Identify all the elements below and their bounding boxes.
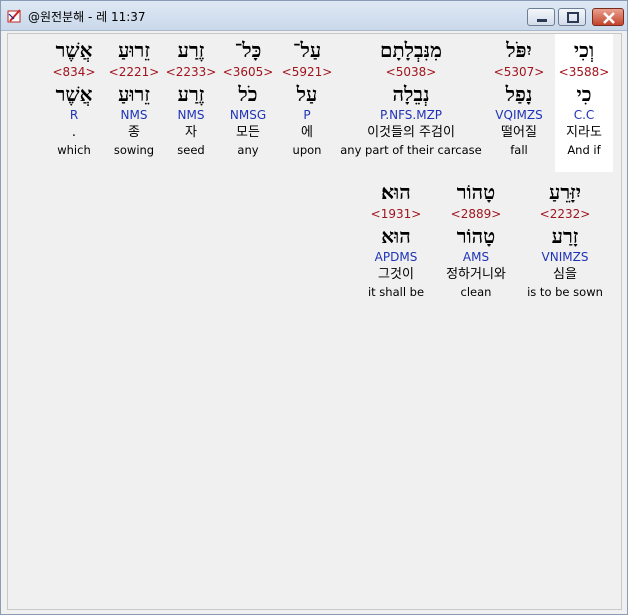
- korean-gloss: 지라도: [566, 125, 602, 140]
- lemma: זָרַע: [551, 224, 579, 248]
- lemma: הוּא: [381, 224, 411, 248]
- english-gloss: clean: [460, 285, 492, 299]
- strong-number[interactable]: <5038>: [338, 62, 484, 82]
- hebrew-word: אֲשֶׁר: [55, 38, 93, 62]
- close-button[interactable]: [592, 8, 624, 26]
- app-window: @원전분해 - 레 11:37 וְכִי <3588> כִי C.C 지라도…: [0, 0, 628, 615]
- hebrew-word: זֶרַע: [177, 38, 205, 62]
- english-gloss: upon: [292, 143, 322, 157]
- english-gloss: sowing: [113, 143, 155, 157]
- lemma: כֹל: [238, 82, 258, 106]
- word-cell[interactable]: יִזָּרֵעַ <2232> זָרַע VNIMZS 심을 is to b…: [521, 176, 609, 300]
- strong-number[interactable]: <5307>: [486, 62, 552, 82]
- parsing-code: R: [69, 108, 79, 122]
- word-cell[interactable]: הוּא׃ <1931> הוּא APDMS 그것이 it shall be: [363, 176, 429, 300]
- lemma: כִי: [576, 82, 592, 106]
- strong-number[interactable]: <3588>: [555, 62, 613, 82]
- hebrew-word: יִפֹּל: [506, 38, 532, 62]
- word-cell[interactable]: יִפֹּל <5307> נָפַל VQIMZS 떨어질 fall: [486, 34, 552, 158]
- english-gloss: And if: [567, 143, 601, 157]
- word-cell[interactable]: זֶרַע <2233> זֶרַע NMS 자 seed: [164, 34, 218, 158]
- strong-number[interactable]: <1931>: [363, 204, 429, 224]
- strong-number[interactable]: <2889>: [440, 204, 512, 224]
- english-gloss: fall: [510, 143, 528, 157]
- lemma: נְבֵלָה: [392, 82, 430, 106]
- korean-gloss: 정하거니와: [446, 267, 506, 282]
- hebrew-word: יִזָּרֵעַ: [549, 180, 581, 204]
- english-gloss: which: [57, 143, 91, 157]
- english-gloss: is to be sown: [527, 285, 603, 299]
- maximize-button[interactable]: [558, 8, 586, 26]
- word-cell[interactable]: טָהוֹר <2889> טָהוֹר AMS 정하거니와 clean: [440, 176, 512, 300]
- korean-gloss: .: [71, 125, 77, 140]
- parsing-code: P.NFS.MZP: [379, 108, 443, 122]
- parsing-code: P: [303, 108, 311, 122]
- title-bar[interactable]: @원전분해 - 레 11:37: [1, 1, 627, 31]
- strong-number[interactable]: <5921>: [278, 62, 336, 82]
- word-cell[interactable]: מִנִּבְלָתָם <5038> נְבֵלָה P.NFS.MZP 이것…: [338, 34, 484, 158]
- korean-gloss: 그것이: [378, 267, 414, 282]
- parsing-code: NMS: [120, 108, 148, 122]
- parsing-code: APDMS: [374, 250, 418, 264]
- parsing-code: AMS: [462, 250, 490, 264]
- strong-number[interactable]: <2233>: [164, 62, 218, 82]
- strong-number[interactable]: <834>: [46, 62, 102, 82]
- hebrew-word: זֵרוּעַ: [118, 38, 150, 62]
- korean-gloss: 자: [185, 125, 197, 140]
- parsing-code: VNIMZS: [541, 250, 589, 264]
- parsing-code: NMS: [177, 108, 205, 122]
- word-cell[interactable]: אֲשֶׁר <834> אֲשֶׁר R . which: [46, 34, 102, 158]
- hebrew-word: וְכִי: [573, 38, 595, 62]
- strong-number[interactable]: <2232>: [521, 204, 609, 224]
- english-gloss: any part of their carcase: [340, 143, 482, 157]
- analysis-panel: וְכִי <3588> כִי C.C 지라도 And if יִפֹּל <…: [7, 33, 622, 610]
- lemma: זֵרוּעַ: [118, 82, 150, 106]
- hebrew-word: מִנִּבְלָתָם: [379, 38, 443, 62]
- korean-gloss: 에: [301, 125, 313, 140]
- strong-number[interactable]: <3605>: [219, 62, 277, 82]
- lemma: טָהוֹר: [456, 224, 496, 248]
- app-icon: [7, 8, 23, 24]
- strong-number[interactable]: <2221>: [106, 62, 162, 82]
- hebrew-word: עַל־: [292, 38, 322, 62]
- word-cell[interactable]: כָּל־ <3605> כֹל NMSG 모든 any: [219, 34, 277, 158]
- korean-gloss: 종: [128, 125, 140, 140]
- minimize-button[interactable]: [527, 8, 555, 26]
- korean-gloss: 심을: [553, 267, 577, 282]
- word-cell[interactable]: עַל־ <5921> עַל P 에 upon: [278, 34, 336, 158]
- korean-gloss: 모든: [236, 125, 260, 140]
- lemma: נָפַל: [505, 82, 533, 106]
- word-cell[interactable]: וְכִי <3588> כִי C.C 지라도 And if: [555, 34, 613, 172]
- parsing-code: NMSG: [229, 108, 267, 122]
- korean-gloss: 이것들의 주검이: [367, 125, 455, 140]
- hebrew-word: טָהוֹר: [456, 180, 496, 204]
- hebrew-word: הוּא׃: [381, 180, 411, 204]
- window-title: @원전분해 - 레 11:37: [28, 10, 146, 24]
- english-gloss: seed: [177, 143, 205, 157]
- lemma: אֲשֶׁר: [55, 82, 93, 106]
- english-gloss: it shall be: [367, 285, 425, 299]
- parsing-code: VQIMZS: [495, 108, 543, 122]
- word-cell[interactable]: זֵרוּעַ <2221> זֵרוּעַ NMS 종 sowing: [106, 34, 162, 158]
- english-gloss: any: [237, 143, 259, 157]
- lemma: זֶרַע: [177, 82, 205, 106]
- parsing-code: C.C: [573, 108, 595, 122]
- korean-gloss: 떨어질: [501, 125, 537, 140]
- lemma: עַל: [296, 82, 318, 106]
- hebrew-word: כָּל־: [234, 38, 262, 62]
